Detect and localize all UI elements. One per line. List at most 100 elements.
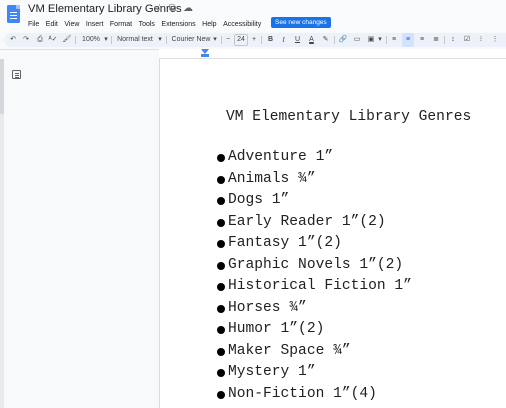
bullet-icon	[217, 240, 225, 248]
align-left-icon[interactable]: ≡	[389, 33, 399, 47]
genre-label: Graphic Novels 1”(2)	[228, 256, 404, 273]
menu-insert[interactable]: Insert	[86, 21, 104, 28]
genre-label: Mystery 1”	[228, 364, 316, 380]
menu-format[interactable]: Format	[110, 21, 132, 28]
genre-label: Fantasy 1”(2)	[228, 235, 342, 251]
highlight-icon[interactable]: ✎	[321, 33, 330, 47]
italic-button[interactable]: I	[279, 33, 288, 47]
document-page[interactable]: VM Elementary Library Genres Adventure 1…	[159, 59, 506, 408]
bullet-icon	[217, 304, 225, 313]
title-bar: VM Elementary Library Genres ☆ ⧉ ☁ File …	[0, 0, 506, 31]
genre-label: Maker Space ¾”	[228, 342, 351, 359]
genre-label: Horses ¾”	[228, 299, 307, 316]
list-item: Historical Fiction 1”	[217, 276, 412, 298]
list-item: Graphic Novels 1”(2)	[217, 255, 412, 277]
zoom-select[interactable]: 100%	[81, 33, 101, 47]
genre-label: Early Reader 1”(2)	[228, 213, 386, 230]
more-options-icon[interactable]: ⋮	[490, 33, 500, 47]
menu-bar: File Edit View Insert Format Tools Exten…	[28, 18, 261, 30]
decrease-font-size-button[interactable]: −	[224, 33, 232, 47]
genre-label: Historical Fiction 1”	[228, 278, 412, 294]
list-item: Mystery 1”	[217, 362, 412, 384]
bullet-icon	[217, 283, 225, 291]
text-color-button[interactable]: A	[307, 33, 316, 47]
align-right-icon[interactable]: ≡	[417, 33, 427, 47]
toolbar-divider	[221, 36, 222, 44]
add-comment-icon[interactable]: ▭	[352, 33, 362, 47]
align-center-icon[interactable]: ≡	[402, 33, 414, 47]
top-margin-region	[0, 59, 4, 114]
chevron-down-icon[interactable]: ▾	[103, 33, 109, 47]
genre-label: Dogs 1”	[228, 192, 290, 208]
menu-help[interactable]: Help	[202, 21, 216, 28]
menu-tools[interactable]: Tools	[139, 21, 155, 28]
checklist-icon[interactable]: ☑	[462, 33, 472, 47]
genre-label: Non-Fiction 1”(4)	[228, 385, 377, 402]
menu-edit[interactable]: Edit	[46, 21, 58, 28]
list-item: Humor 1”(2)	[217, 319, 412, 341]
cloud-saved-icon[interactable]: ☁	[183, 3, 193, 14]
chevron-down-icon[interactable]: ▾	[157, 33, 163, 47]
insert-image-icon[interactable]: ▣	[366, 33, 376, 47]
font-select[interactable]: Courier New	[170, 33, 212, 47]
toolbar-divider	[386, 36, 387, 44]
see-new-changes-button[interactable]: See new changes	[271, 17, 331, 28]
menu-file[interactable]: File	[28, 21, 39, 28]
style-select[interactable]: Normal text	[115, 33, 155, 47]
docs-logo-icon[interactable]	[7, 5, 20, 23]
toolbar-divider	[334, 36, 335, 44]
font-size-input[interactable]: 24	[234, 34, 248, 46]
chevron-down-icon[interactable]: ▾	[377, 33, 383, 47]
bullet-icon	[217, 347, 225, 356]
list-item: Maker Space ¾”	[217, 341, 412, 363]
list-item: Fantasy 1”(2)	[217, 233, 412, 255]
bullet-icon	[217, 197, 225, 205]
bullet-icon	[217, 390, 225, 399]
move-to-folder-icon[interactable]: ⧉	[169, 3, 176, 14]
vertical-ruler[interactable]	[0, 59, 4, 408]
google-docs-window: VM Elementary Library Genres ☆ ⧉ ☁ File …	[0, 0, 506, 408]
genre-label: Humor 1”(2)	[228, 321, 325, 337]
toolbar-divider	[166, 36, 167, 44]
horizontal-ruler[interactable]	[159, 49, 506, 59]
genre-label: Adventure 1”	[228, 149, 334, 165]
list-item: Dogs 1”	[217, 190, 412, 212]
paint-format-icon[interactable]: 🖌	[62, 33, 72, 47]
bullet-icon	[217, 154, 225, 162]
print-icon[interactable]: ⎙	[35, 33, 45, 47]
bullet-icon	[217, 218, 225, 227]
menu-extensions[interactable]: Extensions	[161, 21, 195, 28]
ruler-divider	[0, 49, 159, 50]
list-item: Early Reader 1”(2)	[217, 212, 412, 234]
bullet-icon	[217, 326, 225, 334]
toolbar-divider	[111, 36, 112, 44]
undo-icon[interactable]: ↶	[8, 33, 18, 47]
menu-view[interactable]: View	[64, 21, 79, 28]
justify-icon[interactable]: ≣	[431, 33, 441, 47]
star-icon[interactable]: ☆	[155, 3, 164, 14]
bold-button[interactable]: B	[266, 33, 275, 47]
toolbar-divider	[75, 36, 76, 44]
toolbar-divider	[261, 36, 262, 44]
document-heading: VM Elementary Library Genres	[226, 109, 472, 125]
bullet-icon	[217, 369, 225, 377]
increase-font-size-button[interactable]: +	[250, 33, 258, 47]
line-spacing-icon[interactable]: ↕	[448, 33, 458, 47]
list-item: Adventure 1”	[217, 147, 412, 169]
left-indent-marker-icon[interactable]	[201, 54, 209, 57]
list-item: Horses ¾”	[217, 298, 412, 320]
insert-link-icon[interactable]: 🔗	[338, 33, 348, 47]
toolbar-divider	[444, 36, 445, 44]
redo-icon[interactable]: ↷	[21, 33, 31, 47]
underline-button[interactable]: U	[293, 33, 302, 47]
spellcheck-icon[interactable]: ᴬ✓	[48, 33, 58, 47]
document-outline-icon[interactable]	[12, 70, 21, 79]
bullet-icon	[217, 175, 225, 184]
genre-list: Adventure 1” Animals ¾” Dogs 1” Early Re…	[217, 147, 412, 405]
menu-accessibility[interactable]: Accessibility	[223, 21, 261, 28]
genre-label: Animals ¾”	[228, 170, 316, 187]
chevron-down-icon[interactable]: ▾	[212, 33, 218, 47]
list-item: Non-Fiction 1”(4)	[217, 384, 412, 406]
bulleted-list-icon[interactable]: ⁝	[476, 33, 486, 47]
bullet-icon	[217, 261, 225, 270]
